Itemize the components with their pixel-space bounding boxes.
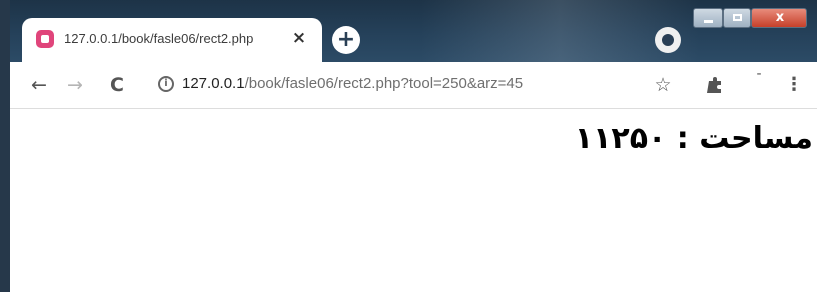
area-result-text: مساحت : ۱۱۲۵۰ xyxy=(574,121,813,156)
profile-icon[interactable] xyxy=(655,27,681,53)
page-content: مساحت : ۱۱۲۵۰ xyxy=(10,109,817,292)
active-tab[interactable]: 127.0.0.1/book/fasle06/rect2.php × xyxy=(22,18,322,62)
maximize-button[interactable] xyxy=(723,8,751,28)
url-path: /book/fasle06/rect2.php?tool=250&arz=45 xyxy=(244,75,524,92)
close-window-button[interactable]: x xyxy=(751,8,807,28)
back-button[interactable]: ← xyxy=(26,72,52,98)
forward-button[interactable]: → xyxy=(62,72,88,98)
tab-strip: 127.0.0.1/book/fasle06/rect2.php × + x xyxy=(0,0,817,62)
address-bar[interactable]: 127.0.0.1/book/fasle06/rect2.php?tool=25… xyxy=(182,75,523,92)
minimize-button[interactable] xyxy=(693,8,723,28)
browser-toolbar: ← → C i 127.0.0.1/book/fasle06/rect2.php… xyxy=(10,62,817,109)
new-tab-button[interactable]: + xyxy=(332,26,360,54)
reload-button[interactable]: C xyxy=(104,72,130,98)
url-host: 127.0.0.1 xyxy=(182,75,245,92)
tab-title: 127.0.0.1/book/fasle06/rect2.php xyxy=(64,31,254,46)
minus-icon: - xyxy=(756,66,762,82)
browser-window: 127.0.0.1/book/fasle06/rect2.php × + x ←… xyxy=(0,0,817,292)
tab-close-button[interactable]: × xyxy=(288,27,310,49)
window-left-edge xyxy=(0,0,10,292)
extensions-puzzle-icon[interactable] xyxy=(702,72,728,98)
window-controls: x xyxy=(693,8,813,30)
page-favicon-icon xyxy=(36,30,54,48)
menu-kebab-icon[interactable]: ⋮ xyxy=(784,72,804,98)
site-info-icon[interactable]: i xyxy=(158,76,174,92)
close-icon: x xyxy=(775,10,785,25)
bookmark-star-icon[interactable]: ☆ xyxy=(650,72,676,98)
